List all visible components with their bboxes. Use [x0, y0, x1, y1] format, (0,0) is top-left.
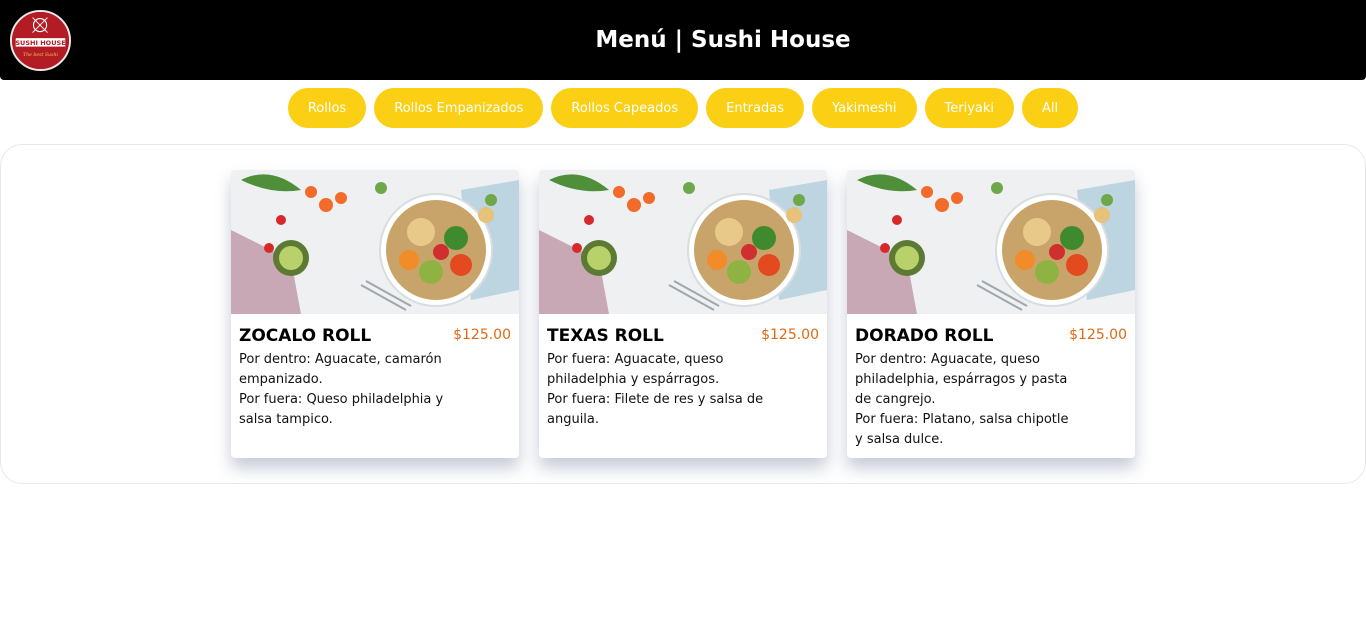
menu-item-card[interactable]: TEXAS ROLL $125.00 Por fuera: Aguacate, …	[539, 170, 827, 458]
item-description-line: Por fuera: Filete de res y salsa de angu…	[547, 392, 764, 427]
filter-rollos-capeados-button[interactable]: Rollos Capeados	[551, 88, 699, 128]
filter-rollos-button[interactable]: Rollos	[287, 88, 367, 128]
menu-item-card[interactable]: ZOCALO ROLL $125.00 Por dentro: Aguacate…	[231, 170, 519, 458]
item-name: ZOCALO ROLL	[239, 326, 372, 346]
item-description-line: Por dentro: Aguacate, camarón empanizado…	[239, 352, 442, 387]
item-price: $125.00	[1069, 327, 1127, 343]
top-header: SUSHI HOUSE The best Sushi Menú | Sushi …	[0, 0, 1366, 80]
item-description-line: Por fuera: Aguacate, queso philadelphia …	[547, 352, 724, 387]
item-description-line: Por fuera: Platano, salsa chipotle y sal…	[855, 412, 1069, 447]
item-description: Por fuera: Aguacate, queso philadelphia …	[547, 350, 767, 430]
food-image	[231, 170, 519, 314]
item-description: Por dentro: Aguacate, queso philadelphia…	[855, 350, 1075, 450]
item-description-line: Por fuera: Queso philadelphia y salsa ta…	[239, 392, 444, 427]
item-name: TEXAS ROLL	[547, 326, 664, 346]
filter-entradas-button[interactable]: Entradas	[706, 88, 804, 128]
page-title: Menú | Sushi House	[595, 27, 851, 53]
filter-teriyaki-button[interactable]: Teriyaki	[924, 88, 1015, 128]
item-price: $125.00	[761, 327, 819, 343]
filter-yakimeshi-button[interactable]: Yakimeshi	[811, 88, 917, 128]
item-description-line: Por dentro: Aguacate, queso philadelphia…	[855, 352, 1068, 407]
food-image	[539, 170, 827, 314]
filter-rollos-empanizados-button[interactable]: Rollos Empanizados	[374, 88, 544, 128]
item-price: $125.00	[453, 327, 511, 343]
menu-item-card[interactable]: DORADO ROLL $125.00 Por dentro: Aguacate…	[847, 170, 1135, 458]
item-description: Por dentro: Aguacate, camarón empanizado…	[239, 350, 459, 430]
item-name: DORADO ROLL	[855, 326, 994, 346]
category-filter-bar: Rollos Rollos Empanizados Rollos Capeado…	[0, 88, 1366, 128]
filter-all-button[interactable]: All	[1022, 88, 1079, 128]
food-image	[847, 170, 1135, 314]
